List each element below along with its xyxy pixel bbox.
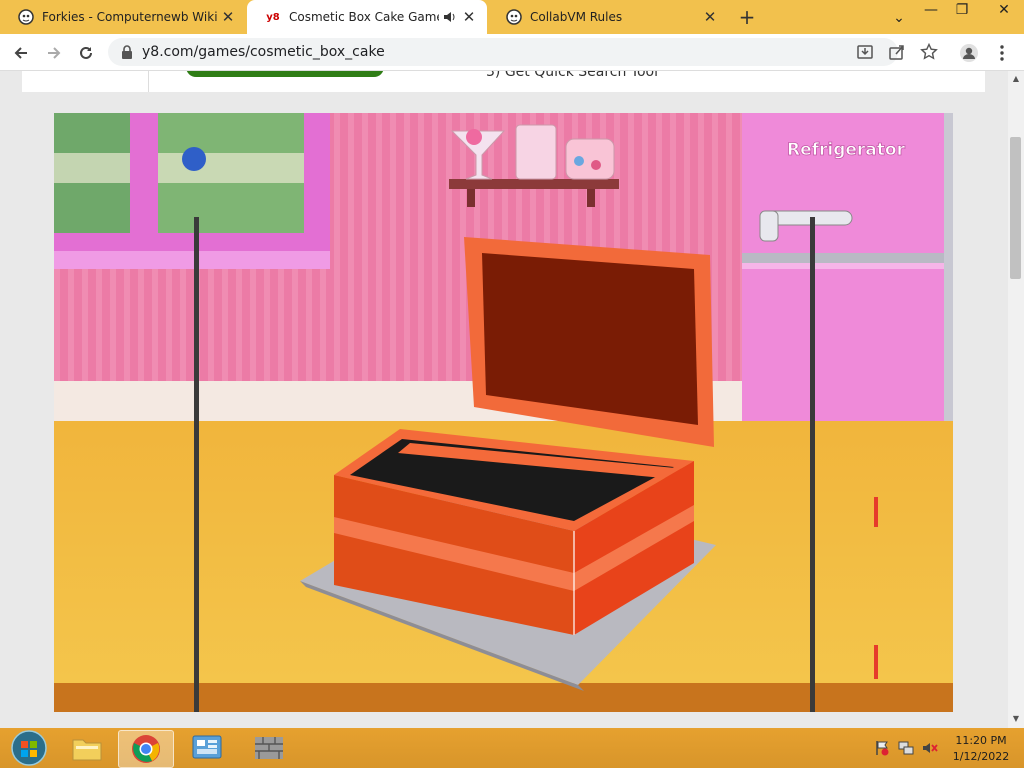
scroll-up-icon[interactable]: ▲ — [1008, 71, 1024, 87]
clock-time: 11:20 PM — [955, 734, 1007, 747]
menu-kebab-icon[interactable] — [991, 42, 1013, 64]
new-tab-button[interactable]: + — [737, 7, 757, 27]
red-marker — [874, 497, 878, 527]
forward-button[interactable] — [43, 42, 65, 64]
start-button[interactable] — [2, 730, 56, 766]
stand-rod-right — [810, 217, 815, 712]
taskbar-control-panel[interactable] — [180, 730, 234, 766]
share-icon[interactable] — [888, 43, 906, 61]
taskbar-collabvm[interactable] — [242, 730, 296, 766]
tab-forkies[interactable]: Forkies - Computernewb Wiki ✕ — [0, 0, 246, 34]
scroll-down-icon[interactable]: ▼ — [1008, 711, 1024, 727]
instruction-text: 3) Get Quick Search Tool — [486, 71, 658, 80]
network-icon[interactable] — [898, 740, 914, 756]
floor-edge — [54, 683, 953, 712]
stand-rod-left — [194, 217, 199, 712]
action-center-flag-icon[interactable] — [874, 740, 890, 756]
system-clock[interactable]: 11:20 PM 1/12/2022 — [950, 733, 1012, 765]
speaker-icon[interactable] — [443, 10, 457, 24]
address-bar[interactable]: y8.com/games/cosmetic_box_cake — [108, 38, 938, 66]
close-icon[interactable]: ✕ — [461, 9, 477, 25]
computernewb-icon — [18, 9, 34, 25]
tab-title: Cosmetic Box Cake Game - P — [289, 10, 439, 24]
folder-icon — [72, 739, 102, 761]
tab-collabvm-rules[interactable]: CollabVM Rules ✕ — [488, 0, 728, 34]
profile-avatar-icon[interactable] — [958, 42, 980, 64]
tab-title: CollabVM Rules — [530, 10, 623, 24]
page-scrollbar[interactable]: ▲ ▼ — [1008, 71, 1024, 728]
computernewb-icon — [506, 9, 522, 25]
tab-title: Forkies - Computernewb Wiki — [42, 10, 218, 24]
site-header: 3) Get Quick Search Tool — [22, 71, 985, 92]
back-button[interactable] — [10, 42, 32, 64]
back-arrow-icon — [14, 47, 27, 59]
clock-date: 1/12/2022 — [952, 750, 1010, 763]
green-action-button[interactable] — [186, 71, 384, 77]
scroll-thumb[interactable] — [1010, 137, 1021, 279]
volume-muted-icon[interactable] — [922, 740, 938, 756]
forward-arrow-icon — [48, 47, 61, 59]
close-icon[interactable]: ✕ — [220, 9, 236, 25]
taskbar-file-explorer[interactable] — [60, 730, 114, 766]
url-text[interactable]: y8.com/games/cosmetic_box_cake — [142, 44, 385, 60]
minimize-button[interactable]: — — [916, 0, 946, 20]
lock-icon[interactable] — [120, 44, 134, 60]
chrome-icon — [132, 735, 160, 763]
brick-wall-icon — [255, 737, 283, 759]
game-canvas[interactable]: Refrigerator — [54, 113, 953, 712]
taskbar-chrome[interactable] — [118, 730, 174, 768]
restore-button[interactable]: ❐ — [947, 0, 977, 20]
divider — [148, 71, 149, 92]
y8-icon: y8 — [266, 11, 280, 23]
windows-orb-icon — [11, 730, 47, 766]
close-window-button[interactable]: ✕ — [984, 0, 1024, 20]
install-icon[interactable] — [856, 43, 874, 61]
tab-cosmetic-box-cake[interactable]: y8 Cosmetic Box Cake Game - P ✕ — [247, 0, 487, 34]
window — [54, 113, 330, 269]
web-page: 3) Get Quick Search Tool Refrigerator — [0, 71, 1008, 728]
red-marker — [874, 645, 878, 679]
tab-search-button[interactable]: ⌄ — [884, 8, 914, 28]
refrigerator-label: Refrigerator — [787, 140, 906, 160]
control-panel-icon — [192, 735, 222, 759]
browser-toolbar: y8.com/games/cosmetic_box_cake — [0, 34, 1024, 71]
windows-taskbar: 11:20 PM 1/12/2022 — [0, 728, 1024, 768]
tab-strip: Forkies - Computernewb Wiki ✕ y8 Cosmeti… — [0, 0, 1024, 34]
reload-icon — [80, 46, 92, 59]
reload-button[interactable] — [75, 42, 97, 64]
bookmark-star-icon[interactable] — [920, 42, 938, 61]
close-icon[interactable]: ✕ — [702, 9, 718, 25]
